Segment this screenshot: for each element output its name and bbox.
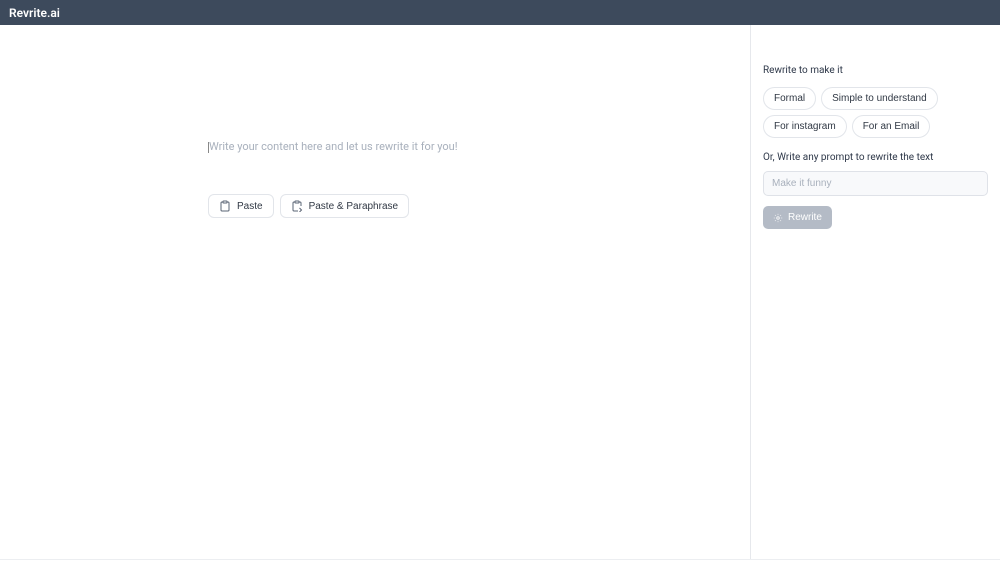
sparkle-icon <box>773 213 783 223</box>
paste-button[interactable]: Paste <box>208 194 274 218</box>
footer-divider <box>0 559 1000 560</box>
tone-chips: Formal Simple to understand For instagra… <box>763 87 988 138</box>
paste-paraphrase-label: Paste & Paraphrase <box>309 201 399 212</box>
prompt-label: Or, Write any prompt to rewrite the text <box>763 152 988 163</box>
content-input[interactable]: Write your content here and let us rewri… <box>208 140 750 153</box>
chip-email[interactable]: For an Email <box>852 115 931 138</box>
app-header: Revrite.ai <box>0 0 1000 25</box>
prompt-input[interactable] <box>763 171 988 196</box>
clipboard-arrow-icon <box>291 200 303 212</box>
editor-actions: Paste Paste & Paraphrase <box>208 194 750 218</box>
rewrite-section-label: Rewrite to make it <box>763 65 988 76</box>
paste-paraphrase-button[interactable]: Paste & Paraphrase <box>280 194 410 218</box>
paste-label: Paste <box>237 201 263 212</box>
rewrite-label: Rewrite <box>788 212 822 223</box>
content-placeholder: Write your content here and let us rewri… <box>208 140 458 153</box>
app-title: Revrite.ai <box>9 6 60 20</box>
clipboard-icon <box>219 200 231 212</box>
chip-instagram[interactable]: For instagram <box>763 115 847 138</box>
main-layout: Write your content here and let us rewri… <box>0 25 1000 560</box>
chip-simple[interactable]: Simple to understand <box>821 87 938 110</box>
editor-panel: Write your content here and let us rewri… <box>0 25 750 560</box>
options-panel: Rewrite to make it Formal Simple to unde… <box>751 25 1000 560</box>
rewrite-button[interactable]: Rewrite <box>763 206 832 229</box>
chip-formal[interactable]: Formal <box>763 87 816 110</box>
